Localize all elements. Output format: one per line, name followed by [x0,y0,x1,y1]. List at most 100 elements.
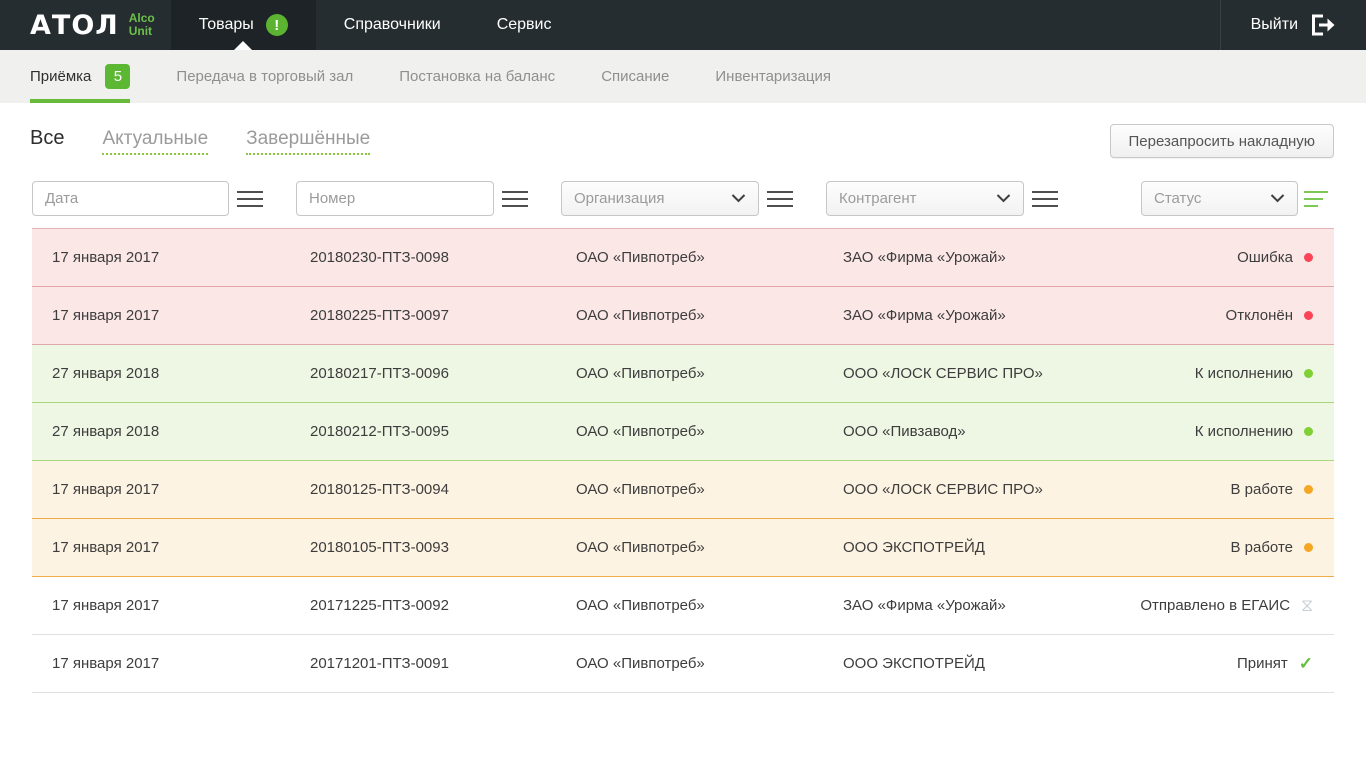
subnav-item-transfer-to-hall[interactable]: Передача в торговый зал [176,50,353,103]
chevron-down-icon [996,194,1011,203]
cell-date: 17 января 2017 [52,481,310,498]
atol-logo: АТОЛ [30,10,119,41]
table-row[interactable]: 27 января 2018 20180212-ПТЗ-0095 ОАО «Пи… [32,403,1334,461]
cell-number: 20180230-ПТЗ-0098 [310,249,576,266]
subnav-item-receiving-label: Приёмка [30,68,91,85]
number-sort-icon[interactable] [502,191,528,212]
cell-number: 20180105-ПТЗ-0093 [310,539,576,556]
cell-date: 17 января 2017 [52,307,310,324]
cell-contragent: ООО «ЛОСК СЕРВИС ПРО» [843,365,1044,382]
date-filter-input[interactable] [32,181,229,216]
organization-sort-icon[interactable] [767,191,793,212]
nav-item-service[interactable]: Сервис [469,0,580,50]
status-label: Отклонён [1226,307,1293,324]
toolbar: Все Актуальные Завершённые Перезапросить… [30,123,1334,159]
subnav-item-balance[interactable]: Постановка на баланс [399,50,555,103]
logout-label: Выйти [1251,16,1298,34]
requery-invoice-button[interactable]: Перезапросить накладную [1110,124,1334,158]
status-dot-icon [1304,427,1313,436]
cell-contragent: ООО «ЛОСК СЕРВИС ПРО» [843,481,1044,498]
cell-contragent: ЗАО «Фирма «Урожай» [843,249,1044,266]
subnav-item-writeoff[interactable]: Списание [601,50,669,103]
cell-organization: ОАО «Пивпотреб» [576,539,843,556]
number-filter-input[interactable] [296,181,494,216]
cell-date: 27 января 2018 [52,423,310,440]
status-label: К исполнению [1195,423,1293,440]
cell-contragent: ЗАО «Фирма «Урожай» [843,307,1044,324]
cell-number: 20180217-ПТЗ-0096 [310,365,576,382]
nav-item-directories-label: Справочники [344,16,441,34]
cell-status: Отправлено в ЕГАИС ⧖ [1044,597,1334,614]
subnav-item-transfer-label: Передача в торговый зал [176,68,353,85]
cell-date: 17 января 2017 [52,539,310,556]
status-label: Принят [1237,655,1288,672]
cell-date: 17 января 2017 [52,655,310,672]
status-label: В работе [1230,539,1293,556]
status-label: В работе [1230,481,1293,498]
cell-status: В работе [1044,481,1334,498]
cell-number: 20171225-ПТЗ-0092 [310,597,576,614]
cell-date: 17 января 2017 [52,249,310,266]
table-row[interactable]: 17 января 2017 20180225-ПТЗ-0097 ОАО «Пи… [32,287,1334,345]
status-dot-icon [1304,369,1313,378]
date-sort-icon[interactable] [237,191,263,212]
operations-subnav: Приёмка 5 Передача в торговый зал Постан… [0,50,1366,103]
cell-organization: ОАО «Пивпотреб» [576,481,843,498]
chevron-down-icon [731,194,746,203]
view-tab-actual[interactable]: Актуальные [102,128,208,155]
cell-date: 27 января 2018 [52,365,310,382]
table-row[interactable]: 17 января 2017 20171201-ПТЗ-0091 ОАО «Пи… [32,635,1334,693]
invoice-table: 17 января 2017 20180230-ПТЗ-0098 ОАО «Пи… [32,228,1334,693]
status-label: Отправлено в ЕГАИС [1140,597,1290,614]
cell-contragent: ООО ЭКСПОТРЕЙД [843,655,1044,672]
organization-filter-select[interactable]: Организация [561,181,759,216]
cell-status: К исполнению [1044,423,1334,440]
cell-status: Принят ✓ [1044,655,1334,672]
subnav-item-receiving[interactable]: Приёмка 5 [30,50,130,103]
cell-organization: ОАО «Пивпотреб» [576,655,843,672]
cell-date: 17 января 2017 [52,597,310,614]
top-navbar: АТОЛ Alco Unit Товары ! Справочники Серв… [0,0,1366,50]
cell-contragent: ЗАО «Фирма «Урожай» [843,597,1044,614]
cell-organization: ОАО «Пивпотреб» [576,249,843,266]
nav-item-goods-label: Товары [199,16,254,34]
contragent-filter-select[interactable]: Контрагент [826,181,1024,216]
table-row[interactable]: 17 января 2017 20180230-ПТЗ-0098 ОАО «Пи… [32,229,1334,287]
nav-item-service-label: Сервис [497,16,552,34]
subnav-item-inventory-label: Инвентаризация [715,68,831,85]
subnav-item-inventory[interactable]: Инвентаризация [715,50,831,103]
nav-item-directories[interactable]: Справочники [316,0,469,50]
subnav-item-balance-label: Постановка на баланс [399,68,555,85]
nav-item-goods[interactable]: Товары ! [171,0,316,50]
cell-number: 20180212-ПТЗ-0095 [310,423,576,440]
status-dot-icon [1304,485,1313,494]
logout-icon [1310,14,1336,36]
status-filter-select[interactable]: Статус [1141,181,1298,216]
cell-status: Отклонён [1044,307,1334,324]
filters-row: Организация Контрагент Статус [0,181,1366,216]
status-filter-value: Статус [1154,190,1201,207]
contragent-sort-icon[interactable] [1032,191,1058,212]
status-sort-active-icon[interactable] [1304,191,1330,212]
table-row[interactable]: 27 января 2018 20180217-ПТЗ-0096 ОАО «Пи… [32,345,1334,403]
status-dot-icon [1304,311,1313,320]
cell-number: 20180225-ПТЗ-0097 [310,307,576,324]
table-row[interactable]: 17 января 2017 20180125-ПТЗ-0094 ОАО «Пи… [32,461,1334,519]
view-tab-all[interactable]: Все [30,127,64,153]
chevron-down-icon [1270,194,1285,203]
status-label: Ошибка [1237,249,1293,266]
table-row[interactable]: 17 января 2017 20171225-ПТЗ-0092 ОАО «Пи… [32,577,1334,635]
cell-status: В работе [1044,539,1334,556]
view-tabs: Все Актуальные Завершённые [30,127,370,155]
alco-unit-label: Alco Unit [129,12,155,38]
check-icon: ✓ [1299,655,1313,672]
cell-organization: ОАО «Пивпотреб» [576,597,843,614]
status-label: К исполнению [1195,365,1293,382]
cell-organization: ОАО «Пивпотреб» [576,423,843,440]
alert-badge-icon: ! [266,14,288,36]
cell-contragent: ООО «Пивзавод» [843,423,1044,440]
logout-button[interactable]: Выйти [1220,0,1366,50]
table-row[interactable]: 17 января 2017 20180105-ПТЗ-0093 ОАО «Пи… [32,519,1334,577]
view-tab-completed[interactable]: Завершённые [246,128,370,155]
status-dot-icon [1304,543,1313,552]
